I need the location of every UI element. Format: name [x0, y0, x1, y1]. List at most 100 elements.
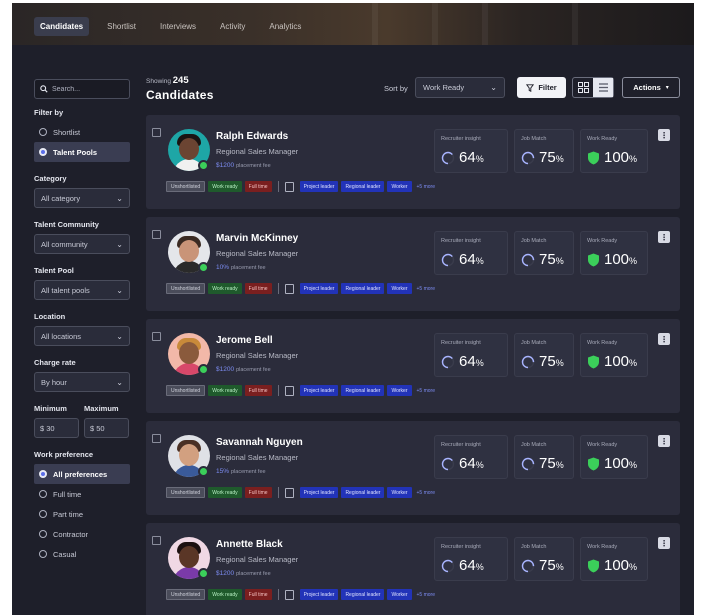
- filter-option-label: Shortlist: [53, 127, 81, 137]
- document-icon[interactable]: [284, 181, 294, 192]
- metric-label: Recruiter insight: [441, 238, 481, 244]
- candidate-card[interactable]: Ralph Edwards Regional Sales Manager $12…: [146, 115, 680, 209]
- talent-pool-select[interactable]: All talent pools ⌄: [34, 280, 130, 300]
- tab-activity[interactable]: Activity: [214, 17, 251, 36]
- candidate-name[interactable]: Savannah Nguyen: [216, 437, 303, 448]
- radio-icon: [39, 530, 47, 538]
- candidate-card[interactable]: Annette Black Regional Sales Manager $12…: [146, 523, 680, 615]
- metric-label: Work Ready: [587, 238, 618, 244]
- more-options-button[interactable]: ⋮: [658, 231, 670, 243]
- select-checkbox[interactable]: [152, 128, 161, 137]
- select-checkbox[interactable]: [152, 230, 161, 239]
- avatar-face: [179, 240, 199, 262]
- metric-label: Job Match: [521, 340, 547, 346]
- filter-button-label: Filter: [538, 83, 557, 92]
- candidate-card[interactable]: Marvin McKinney Regional Sales Manager 1…: [146, 217, 680, 311]
- candidate-name[interactable]: Jerome Bell: [216, 335, 273, 346]
- filter-option-shortlist[interactable]: Shortlist: [34, 122, 144, 142]
- filter-option-talent-pools[interactable]: Talent Pools: [34, 142, 130, 162]
- ready-value: 100: [604, 149, 630, 166]
- tab-interviews[interactable]: Interviews: [154, 17, 202, 36]
- more-skills-link[interactable]: +5 more: [417, 592, 435, 598]
- rate-range: Minimum $ 30 Maximum $ 50: [34, 404, 144, 438]
- work-ready-metric: Work Ready 100%: [580, 231, 648, 275]
- online-status-icon: [198, 568, 209, 579]
- recruiter-value: 64: [459, 455, 476, 472]
- candidate-name[interactable]: Ralph Edwards: [216, 131, 288, 142]
- tab-analytics[interactable]: Analytics: [263, 17, 307, 36]
- progress-ring-icon: [521, 151, 535, 164]
- select-checkbox[interactable]: [152, 434, 161, 443]
- charge-rate-select[interactable]: By hour ⌄: [34, 372, 130, 392]
- percent-sign: %: [629, 562, 638, 572]
- ready-value: 100: [604, 455, 630, 472]
- category-value: All category: [41, 193, 81, 203]
- online-status-icon: [198, 160, 209, 171]
- work-pref-contractor[interactable]: Contractor: [34, 524, 144, 544]
- candidate-name[interactable]: Annette Black: [216, 539, 283, 550]
- tag-full-time: Full time: [244, 283, 272, 294]
- list-view-button[interactable]: [593, 78, 613, 97]
- tags-row: Unshortlisted Work ready Full time Proje…: [166, 385, 435, 396]
- tab-candidates[interactable]: Candidates: [34, 17, 90, 36]
- filter-button[interactable]: Filter: [517, 77, 566, 98]
- rate-value: $1200: [216, 162, 235, 169]
- more-skills-link[interactable]: +5 more: [417, 184, 435, 190]
- tag-unshortlisted: Unshortlisted: [166, 589, 206, 600]
- more-skills-link[interactable]: +5 more: [417, 490, 435, 496]
- metric-value: 100%: [587, 557, 641, 574]
- select-checkbox[interactable]: [152, 536, 161, 545]
- more-skills-link[interactable]: +5 more: [417, 286, 435, 292]
- more-skills-link[interactable]: +5 more: [417, 388, 435, 394]
- more-options-button[interactable]: ⋮: [658, 435, 670, 447]
- category-select[interactable]: All category ⌄: [34, 188, 130, 208]
- talent-community-select[interactable]: All community ⌄: [34, 234, 130, 254]
- grid-view-button[interactable]: [573, 78, 593, 97]
- skill-tag: Regional leader: [341, 181, 385, 192]
- chevron-down-icon: ⌄: [490, 83, 497, 92]
- select-checkbox[interactable]: [152, 332, 161, 341]
- metric-value: 100%: [587, 251, 641, 268]
- metric-value: 100%: [587, 455, 641, 472]
- tag-unshortlisted: Unshortlisted: [166, 487, 206, 498]
- more-options-button[interactable]: ⋮: [658, 129, 670, 141]
- sort-select[interactable]: Work Ready ⌄: [415, 77, 505, 98]
- rate-value: 15%: [216, 468, 230, 475]
- percent-sign: %: [555, 154, 564, 164]
- main-tabs: Candidates Shortlist Interviews Activity…: [34, 17, 307, 36]
- metric-value: 64%: [441, 251, 501, 268]
- document-icon[interactable]: [284, 589, 294, 600]
- work-pref-full-time[interactable]: Full time: [34, 484, 144, 504]
- document-icon[interactable]: [284, 283, 294, 294]
- candidate-name[interactable]: Marvin McKinney: [216, 233, 298, 244]
- metric-value: 64%: [441, 149, 501, 166]
- work-pref-all[interactable]: All preferences: [34, 464, 130, 484]
- list-icon: [598, 83, 608, 92]
- actions-button[interactable]: Actions ▾: [622, 77, 680, 98]
- skill-tag: Regional leader: [341, 283, 385, 294]
- ready-value: 100: [604, 557, 630, 574]
- tags-row: Unshortlisted Work ready Full time Proje…: [166, 181, 435, 192]
- tag-unshortlisted: Unshortlisted: [166, 385, 206, 396]
- work-pref-part-time[interactable]: Part time: [34, 504, 144, 524]
- candidate-card[interactable]: Jerome Bell Regional Sales Manager $1200…: [146, 319, 680, 413]
- more-options-button[interactable]: ⋮: [658, 333, 670, 345]
- search-box[interactable]: [34, 79, 130, 99]
- percent-sign: %: [475, 256, 484, 266]
- search-input[interactable]: [52, 85, 122, 93]
- avatar-face: [179, 138, 199, 160]
- maximum-input[interactable]: $ 50: [84, 418, 129, 438]
- percent-sign: %: [629, 460, 638, 470]
- grid-icon: [577, 82, 589, 93]
- candidate-card[interactable]: Savannah Nguyen Regional Sales Manager 1…: [146, 421, 680, 515]
- tab-shortlist[interactable]: Shortlist: [101, 17, 142, 36]
- work-pref-casual[interactable]: Casual: [34, 544, 144, 564]
- document-icon[interactable]: [284, 487, 294, 498]
- percent-sign: %: [475, 562, 484, 572]
- location-select[interactable]: All locations ⌄: [34, 326, 130, 346]
- minimum-input[interactable]: $ 30: [34, 418, 79, 438]
- more-options-button[interactable]: ⋮: [658, 537, 670, 549]
- header-banner: Candidates Shortlist Interviews Activity…: [12, 3, 694, 45]
- document-icon[interactable]: [284, 385, 294, 396]
- progress-ring-icon: [441, 253, 455, 266]
